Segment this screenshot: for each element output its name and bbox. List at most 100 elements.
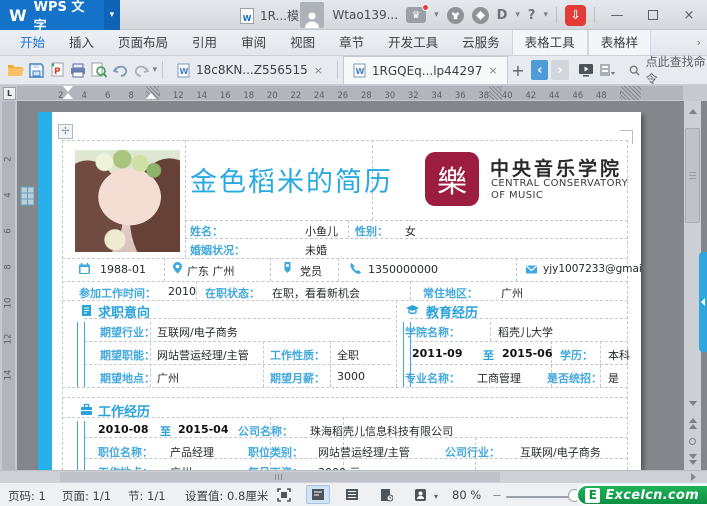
degree-label[interactable]: 学历： (560, 347, 593, 363)
wps-account-icon[interactable]: D (497, 8, 508, 23)
category-value[interactable]: 网站营运经理/主管 (318, 444, 410, 460)
email-value[interactable]: yjy1007233@gmail.com (543, 263, 641, 275)
hometown-value[interactable]: 广东 广州 (187, 263, 235, 279)
edu-date-to[interactable]: 2015-06 (502, 347, 553, 360)
gender-value[interactable]: 女 (405, 223, 416, 239)
select-browse-object-button[interactable] (684, 433, 701, 449)
work-since-value[interactable]: 2010 (168, 285, 196, 298)
tab-review[interactable]: 审阅 (229, 30, 278, 55)
play-demo-icon[interactable] (577, 59, 596, 81)
job-status-label[interactable]: 在职状态： (205, 285, 260, 301)
first-line-indent-marker[interactable] (63, 86, 73, 92)
position-label[interactable]: 职位名称： (98, 444, 153, 460)
major-value[interactable]: 工商管理 (477, 370, 521, 386)
unified-value[interactable]: 是 (608, 370, 619, 386)
school-value[interactable]: 稻壳儿大学 (498, 324, 553, 340)
toolbar-more-caret-icon[interactable]: ▾ (153, 65, 158, 75)
download-manager-icon[interactable]: ⇩ (565, 4, 586, 26)
minimize-button[interactable]: — (603, 0, 631, 30)
zoom-out-button[interactable]: − (492, 488, 502, 502)
vertical-ruler[interactable]: 2 4 6 8 10 12 14 (0, 101, 17, 470)
job-type-label[interactable]: 工作性质： (270, 347, 325, 363)
tab-cloud[interactable]: 云服务 (450, 30, 512, 55)
redo-icon[interactable] (132, 59, 151, 81)
salary-label[interactable]: 期望月薪： (270, 370, 325, 386)
experience-heading[interactable]: 工作经历 (98, 401, 150, 420)
region-value[interactable]: 广州 (501, 285, 523, 301)
document-tab-2-active[interactable]: W 1RGQEq...lp44297 × (342, 56, 508, 84)
member-crown-icon[interactable]: ♛ (406, 4, 430, 23)
industry-label[interactable]: 期望行业： (100, 324, 155, 340)
assistant-icon[interactable] (408, 485, 432, 504)
document-page[interactable]: ✢ 金色稻米的简历 樂 中央音乐学院 CENTRAL CONSERVATORY … (38, 112, 641, 470)
company-value[interactable]: 珠海稻壳儿信息科技有限公司 (310, 423, 453, 439)
help-icon[interactable]: ? (528, 8, 536, 23)
exp-date-from[interactable]: 2010-08 (98, 423, 149, 436)
member-center-icon[interactable] (471, 6, 489, 24)
conservatory-name-en2[interactable]: OF MUSIC (491, 190, 543, 201)
job-type-value[interactable]: 全职 (337, 347, 359, 363)
forward-button[interactable]: › (551, 60, 569, 80)
function-label[interactable]: 期望职能： (100, 347, 155, 363)
company-label[interactable]: 公司名称： (238, 423, 293, 439)
company-industry-label[interactable]: 公司行业： (445, 444, 500, 460)
table-move-handle[interactable]: ✢ (58, 124, 73, 139)
gender-label[interactable]: 性别： (355, 223, 388, 239)
undo-icon[interactable] (111, 59, 130, 81)
maximize-button[interactable] (639, 0, 667, 30)
company-industry-value[interactable]: 互联网/电子商务 (520, 444, 601, 460)
table-column-marker[interactable] (489, 86, 502, 100)
scroll-down-button[interactable] (684, 395, 701, 411)
zoom-level[interactable]: 80 % (452, 488, 481, 502)
name-value[interactable]: 小鱼儿 (305, 223, 338, 239)
scroll-up-button[interactable] (684, 103, 701, 119)
name-label[interactable]: 姓名： (190, 223, 223, 239)
print-preview-icon[interactable] (90, 59, 109, 81)
setting-info[interactable]: 设置值: 0.8厘米 (185, 488, 268, 504)
phone-value[interactable]: 1350000000 (368, 263, 438, 276)
close-button[interactable]: × (675, 0, 703, 30)
tab-insert[interactable]: 插入 (57, 30, 106, 55)
new-document-tab-button[interactable]: + (508, 58, 529, 82)
tab-stop-selector[interactable]: L (3, 87, 16, 100)
edu-date-from[interactable]: 2011-09 (412, 347, 463, 360)
open-file-icon[interactable] (6, 59, 25, 81)
job-intention-heading[interactable]: 求职意向 (98, 302, 150, 321)
exp-date-to[interactable]: 2015-04 (178, 423, 229, 436)
job-status-value[interactable]: 在职，看看新机会 (272, 285, 360, 301)
marital-value[interactable]: 未婚 (305, 242, 327, 258)
focus-mode-icon[interactable] (272, 485, 296, 504)
birth-value[interactable]: 1988-01 (100, 263, 146, 276)
conservatory-logo-icon[interactable]: 樂 (425, 152, 479, 206)
more-tools-icon[interactable] (598, 59, 617, 81)
exp-date-to-word[interactable]: 至 (160, 423, 171, 439)
user-name[interactable]: Wtao139... (332, 8, 398, 22)
position-value[interactable]: 产品经理 (170, 444, 214, 460)
vertical-scrollbar-thumb[interactable] (685, 128, 700, 223)
school-label[interactable]: 学院名称： (405, 324, 460, 340)
function-value[interactable]: 网站营运经理/主管 (157, 347, 249, 363)
user-avatar[interactable] (300, 2, 325, 28)
category-label[interactable]: 职位类别： (248, 444, 303, 460)
tab-view[interactable]: 视图 (278, 30, 327, 55)
conservatory-name-en1[interactable]: CENTRAL CONSERVATORY (491, 178, 628, 189)
place-value[interactable]: 广州 (157, 370, 179, 386)
tab-section[interactable]: 章节 (327, 30, 376, 55)
unified-label[interactable]: 是否统招： (547, 370, 602, 386)
place-label[interactable]: 期望地点： (100, 370, 155, 386)
user-menu-caret-icon[interactable]: ▾ (434, 10, 439, 20)
scroll-right-button[interactable] (685, 472, 701, 482)
resume-title[interactable]: 金色稻米的简历 (190, 160, 393, 199)
close-tab-icon[interactable]: × (488, 64, 497, 77)
read-mode-icon[interactable] (374, 485, 398, 504)
close-tab-icon[interactable]: × (314, 64, 323, 77)
app-menu-caret-icon[interactable]: ▾ (103, 0, 120, 30)
table-row-handle-icon[interactable] (20, 186, 35, 206)
conservatory-name-cn[interactable]: 中央音乐学院 (490, 154, 622, 181)
hanging-indent-marker[interactable] (63, 93, 73, 99)
account-caret-icon[interactable]: ▾ (515, 10, 520, 20)
major-label[interactable]: 专业名称： (405, 370, 460, 386)
find-command-box[interactable]: 点此查找命令 (629, 53, 707, 87)
education-heading[interactable]: 教育经历 (426, 302, 478, 321)
tab-references[interactable]: 引用 (180, 30, 229, 55)
